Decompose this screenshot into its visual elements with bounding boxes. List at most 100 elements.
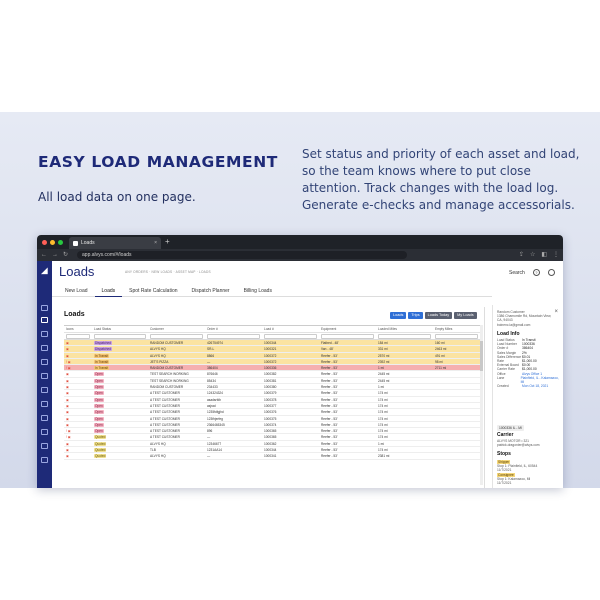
truck-fleet-icon[interactable] xyxy=(41,429,48,435)
filter-input[interactable] xyxy=(378,334,431,339)
row-status[interactable]: Open xyxy=(92,390,148,396)
row-status[interactable]: Open xyxy=(92,428,148,434)
col-status[interactable]: Load Status xyxy=(92,326,148,332)
close-icon[interactable]: × xyxy=(554,309,558,315)
reports-icon[interactable] xyxy=(41,443,48,449)
row-status[interactable]: Dispatched xyxy=(92,346,148,352)
col-load[interactable]: Load # xyxy=(262,326,319,332)
status-badge[interactable]: Open xyxy=(94,378,104,383)
status-badge[interactable]: In Transit xyxy=(94,359,110,364)
search-link[interactable]: Search xyxy=(509,270,525,276)
col-loaded-miles[interactable]: Loaded Miles xyxy=(376,326,433,332)
status-badge[interactable]: Open xyxy=(94,410,104,415)
status-badge[interactable]: Open xyxy=(94,397,104,402)
close-window-icon[interactable] xyxy=(42,240,47,245)
filter-input[interactable] xyxy=(207,334,260,339)
users-icon[interactable] xyxy=(41,415,48,421)
document-icon[interactable] xyxy=(41,359,48,365)
tab-spot-rate[interactable]: Spot Rate Calculation xyxy=(122,283,184,297)
row-status[interactable]: In Transit xyxy=(92,359,148,364)
row-status[interactable]: Open xyxy=(92,378,148,383)
back-icon[interactable]: ← xyxy=(41,252,47,258)
filter-input[interactable] xyxy=(94,334,146,339)
tab-billing-loads[interactable]: Billing Loads xyxy=(237,283,279,297)
calendar-icon[interactable] xyxy=(41,345,48,351)
scrollbar-thumb[interactable] xyxy=(480,341,483,371)
status-badge[interactable]: Quoted xyxy=(94,435,107,440)
stop-1[interactable]: Stop 1: Plainfield, IL, 60544 11/7/2021 xyxy=(497,464,559,472)
tab-loads[interactable]: Loads xyxy=(94,283,123,297)
row-status[interactable]: Dispatched xyxy=(92,340,148,345)
row-status[interactable]: Quoted xyxy=(92,434,148,440)
row-status[interactable]: Open xyxy=(92,403,148,408)
loads-view-button[interactable]: Loads xyxy=(390,312,407,319)
filter-input[interactable] xyxy=(66,334,90,339)
filter-input[interactable] xyxy=(150,334,203,339)
col-icons[interactable]: Icons xyxy=(64,326,92,332)
row-status[interactable]: Open xyxy=(92,371,148,377)
maximize-window-icon[interactable] xyxy=(58,240,63,245)
logo-icon[interactable]: ◢ xyxy=(40,266,49,275)
col-order[interactable]: Order # xyxy=(205,326,262,332)
status-badge[interactable]: In Transit xyxy=(94,366,110,371)
extensions-icon[interactable]: ◧ xyxy=(541,252,547,258)
menu-icon[interactable]: ⋮ xyxy=(553,252,559,258)
row-status[interactable]: Quoted xyxy=(92,441,148,446)
row-status[interactable]: Quoted xyxy=(92,453,148,459)
loads-active-icon[interactable] xyxy=(41,317,48,323)
status-badge[interactable]: Quoted xyxy=(94,441,107,446)
row-status[interactable]: Open xyxy=(92,397,148,402)
row-status[interactable]: Open xyxy=(92,416,148,421)
tab-close-icon[interactable]: × xyxy=(154,240,157,246)
stop-2[interactable]: Stop 1: Kalamazoo, MI 11/7/2021 xyxy=(497,477,559,485)
table-row[interactable]: ▣ Quoted ALVYS HQ — 1000341 Reefer - 53' 2381 … xyxy=(64,453,480,460)
map-icon[interactable] xyxy=(41,373,48,379)
status-badge[interactable]: Open xyxy=(94,429,104,434)
row-status[interactable]: Open xyxy=(92,409,148,415)
status-badge[interactable]: Dispatched xyxy=(94,341,112,345)
minimize-window-icon[interactable] xyxy=(50,240,55,245)
status-badge[interactable]: Open xyxy=(94,416,104,421)
status-badge[interactable]: Open xyxy=(94,422,104,427)
address-bar[interactable]: app.alvys.com/#/loads xyxy=(77,251,408,259)
my-loads-button[interactable]: My Loads xyxy=(454,312,477,319)
reload-icon[interactable]: ↻ xyxy=(63,252,68,258)
help-icon[interactable]: ? xyxy=(532,269,540,276)
status-badge[interactable]: Open xyxy=(94,391,104,396)
filter-input[interactable] xyxy=(264,334,317,339)
status-badge[interactable]: Open xyxy=(94,403,104,408)
col-equipment[interactable]: Equipment xyxy=(319,326,376,332)
col-empty-miles[interactable]: Empty Miles xyxy=(433,326,480,332)
star-icon[interactable]: ☆ xyxy=(530,252,535,258)
col-customer[interactable]: Customer xyxy=(148,326,205,332)
loads-today-button[interactable]: Loads Today xyxy=(424,312,453,319)
row-status[interactable]: In Transit xyxy=(92,365,148,371)
filter-input[interactable] xyxy=(321,334,374,339)
row-status[interactable]: Open xyxy=(92,384,148,390)
forward-icon[interactable]: → xyxy=(52,252,58,258)
row-status[interactable]: Open xyxy=(92,422,148,427)
status-badge[interactable]: Quoted xyxy=(94,448,107,453)
status-badge[interactable]: Open xyxy=(94,385,104,390)
trips-view-button[interactable]: Trips xyxy=(408,312,423,319)
carrier-info[interactable]: ALVYS MOTOR • 321 patrick.dragonier@alvy… xyxy=(497,439,540,447)
new-tab-button[interactable]: + xyxy=(165,238,170,246)
status-badge[interactable]: In Transit xyxy=(94,353,110,358)
status-badge[interactable]: Dispatched xyxy=(94,347,112,352)
settings-icon[interactable] xyxy=(41,457,48,463)
status-badge[interactable]: Quoted xyxy=(94,454,107,459)
breadcrumb[interactable]: ANY ORDERS · NEW LOADS · ASSET MAP · LOA… xyxy=(125,270,211,274)
status-badge[interactable]: Open xyxy=(94,372,104,377)
filter-input[interactable] xyxy=(435,334,478,339)
browser-tab[interactable]: Loads × xyxy=(69,237,161,249)
tab-new-load[interactable]: New Load xyxy=(58,283,95,297)
tab-dispatch-planner[interactable]: Dispatch Planner xyxy=(185,283,237,297)
wallet-icon[interactable] xyxy=(41,401,48,407)
panel-divider[interactable] xyxy=(484,307,490,488)
avatar-icon[interactable] xyxy=(547,269,555,276)
row-status[interactable]: Quoted xyxy=(92,447,148,453)
truck-icon[interactable] xyxy=(41,331,48,337)
loads-icon[interactable] xyxy=(41,305,48,311)
tag-icon[interactable] xyxy=(41,387,48,393)
share-icon[interactable]: ⇪ xyxy=(519,252,524,258)
